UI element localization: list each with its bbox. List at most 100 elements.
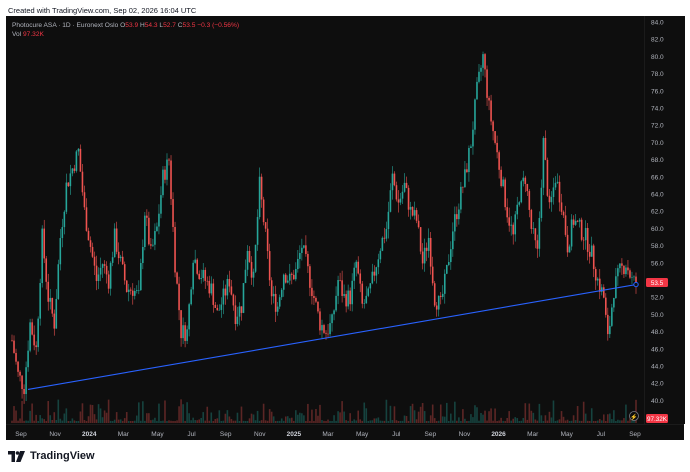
- candle-body: [609, 325, 611, 335]
- volume-bar: [268, 409, 271, 423]
- volume-bar: [216, 418, 219, 423]
- candle-body: [437, 295, 440, 310]
- volume-bar: [407, 420, 410, 423]
- volume-bar: [574, 420, 577, 423]
- volume-bar: [182, 404, 184, 423]
- symbol-label[interactable]: Photocure ASA · 1D · Euronext Oslo: [12, 22, 118, 29]
- volume-bar: [236, 412, 239, 423]
- volume-bar: [45, 420, 48, 423]
- price-axis-labels: 84.0 82.0 80.0 78.0 76.0 74.0 72.0 70.0 68.0 66.0…: [651, 19, 668, 422]
- candle-body: [103, 264, 106, 266]
- volume-bar: [397, 421, 400, 423]
- candle-body: [57, 264, 60, 299]
- candle-body: [570, 219, 573, 247]
- candle-body: [580, 219, 583, 240]
- volume-bar: [113, 419, 116, 423]
- candle-body: [516, 204, 519, 215]
- candle-body: [433, 283, 436, 306]
- candle-body: [256, 217, 259, 245]
- candle-body: [91, 246, 94, 257]
- candle-body: [19, 371, 21, 376]
- volume-bar: [566, 419, 569, 423]
- candle-body: [550, 197, 553, 203]
- volume-bar: [274, 420, 277, 423]
- event-marker[interactable]: ⚡: [629, 411, 639, 422]
- volume-bar: [401, 420, 404, 423]
- candle-body: [202, 269, 205, 279]
- candle-body: [486, 69, 488, 98]
- candle-body: [299, 252, 301, 259]
- volume-bar: [560, 411, 563, 423]
- volume-bar: [343, 411, 345, 423]
- volume-bar: [319, 404, 321, 423]
- candle-body: [576, 220, 579, 222]
- volume-bar: [136, 415, 138, 423]
- candle-body: [367, 288, 370, 296]
- candle-body: [63, 211, 66, 228]
- volume-bar: [57, 399, 60, 423]
- candle-body: [315, 297, 317, 302]
- volume-bar: [146, 413, 148, 423]
- volume-bar: [87, 416, 90, 423]
- legend-volume-row: Vol 97.32K: [12, 30, 239, 39]
- price-tick-label: 42.0: [651, 381, 664, 388]
- volume-bar: [347, 420, 349, 423]
- time-tick-label: Sep: [425, 431, 437, 438]
- candle-body: [59, 238, 62, 265]
- volume-bar: [582, 401, 585, 423]
- volume-bar: [224, 413, 227, 423]
- candle-body: [11, 340, 13, 342]
- volume-bar: [166, 420, 168, 423]
- candle-body: [373, 271, 376, 276]
- candle-body: [564, 215, 567, 235]
- candle-body: [39, 283, 41, 319]
- candle-body: [522, 177, 525, 182]
- volume-bar: [162, 420, 164, 423]
- candle-body: [71, 168, 74, 174]
- candle-body: [478, 71, 480, 82]
- candle-body: [431, 266, 434, 284]
- volume-bar: [544, 415, 547, 423]
- chart-image-frame: Created with TradingView.com, Sep 02, 20…: [0, 0, 690, 472]
- volume-bar: [91, 405, 94, 423]
- low-value: 52.7: [163, 22, 176, 29]
- volume-bar: [526, 419, 529, 423]
- volume-bar: [125, 412, 128, 423]
- footer: [0, 440, 690, 472]
- volume-bar: [89, 404, 92, 423]
- candle-body: [111, 257, 114, 263]
- volume-bar: [154, 417, 156, 423]
- price-tick-label: 56.0: [651, 260, 664, 267]
- volume-bar: [534, 419, 537, 423]
- price-tick-label: 44.0: [651, 364, 664, 371]
- candle-body: [166, 159, 168, 180]
- candle-body: [307, 253, 309, 267]
- volume-bar: [590, 408, 593, 423]
- candle-body: [81, 171, 84, 193]
- tradingview-logo[interactable]: TradingView: [8, 450, 95, 462]
- candle-body: [117, 251, 120, 259]
- candle-body: [208, 280, 211, 294]
- candle-body: [33, 334, 35, 346]
- candle-body: [210, 283, 213, 294]
- candle-body: [325, 332, 327, 334]
- candle-body: [109, 262, 112, 289]
- volume-bar: [111, 420, 114, 423]
- candle-body: [448, 262, 450, 265]
- volume-bar: [576, 406, 579, 423]
- volume-bar: [619, 420, 621, 423]
- volume-bar: [117, 419, 120, 423]
- volume-bar: [536, 420, 539, 423]
- candle-body: [323, 325, 325, 333]
- volume-bar: [103, 410, 106, 423]
- volume-tag-label: 97.32K: [647, 416, 668, 423]
- candle-body: [554, 182, 557, 188]
- volume-bar: [170, 420, 172, 423]
- candle-body: [441, 293, 444, 297]
- volume-bar: [371, 420, 374, 423]
- volume-bar: [79, 411, 82, 423]
- volume-bar: [584, 413, 587, 423]
- candle-body: [327, 333, 329, 335]
- candle-body: [514, 214, 517, 235]
- candle-body: [528, 191, 531, 210]
